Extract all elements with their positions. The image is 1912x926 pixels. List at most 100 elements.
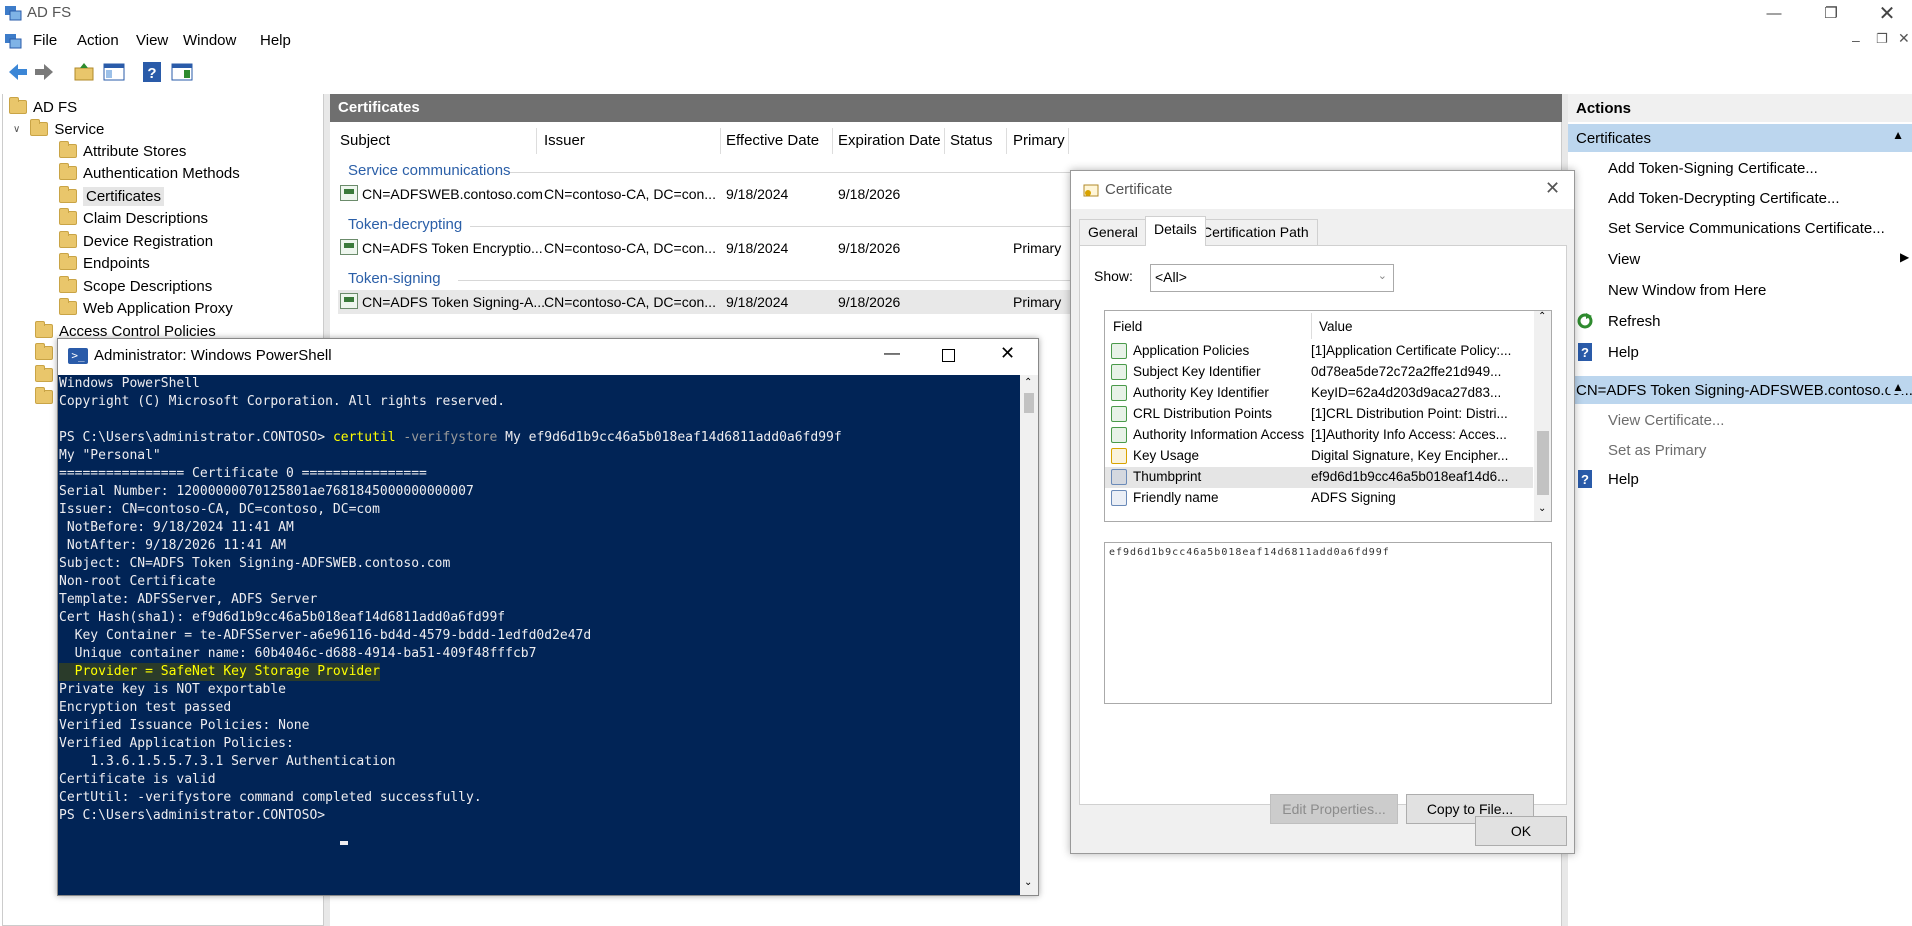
console-line: Subject: CN=ADFS Token Signing-ADFSWEB.c… — [59, 556, 451, 571]
tree-node-claim-descriptions[interactable]: Claim Descriptions — [59, 207, 208, 229]
restore-button[interactable]: ❐ — [1808, 0, 1854, 26]
collapse-up-icon[interactable]: ▲ — [1888, 380, 1904, 394]
scroll-thumb[interactable] — [1024, 393, 1034, 413]
fields-scrollbar[interactable]: ⌃ ⌄ — [1534, 311, 1551, 521]
console-line: Key Container = te-ADFSServer-a6e96116-b… — [59, 628, 592, 643]
powershell-console[interactable]: Windows PowerShell Copyright (C) Microsof… — [58, 375, 1020, 895]
tab-certification-path[interactable]: Certification Path — [1193, 219, 1318, 245]
column-issuer[interactable]: Issuer — [544, 132, 585, 149]
scroll-down-icon[interactable]: ⌄ — [1538, 503, 1546, 514]
tree-label: Access Control Policies — [59, 322, 216, 340]
certificate-icon — [340, 293, 358, 309]
tree-node-service[interactable]: ∨ Service — [13, 118, 104, 140]
cell-issuer: CN=contoso-CA, DC=con... — [544, 294, 716, 310]
mdi-restore-icon[interactable]: ❐ — [1876, 31, 1888, 47]
close-button[interactable]: ✕ — [1864, 0, 1910, 26]
forward-arrow-icon[interactable] — [32, 60, 56, 84]
column-expiration-date[interactable]: Expiration Date — [838, 132, 941, 149]
tree-node-endpoints[interactable]: Endpoints — [59, 252, 150, 274]
scroll-up-icon[interactable]: ⌃ — [1538, 311, 1546, 322]
back-arrow-icon[interactable] — [6, 60, 30, 84]
tab-general[interactable]: General — [1079, 219, 1147, 245]
console-scrollbar[interactable]: ⌃ ⌄ — [1020, 375, 1038, 895]
menu-view[interactable]: View — [136, 32, 168, 49]
show-hide-action-pane-icon[interactable] — [170, 60, 194, 84]
tree-node-certificates[interactable]: Certificates — [59, 185, 165, 207]
fields-list[interactable]: Field Value Application Policies [1]Appli… — [1104, 310, 1552, 522]
scroll-down-icon[interactable]: ⌄ — [1024, 877, 1032, 888]
minimize-icon[interactable]: — — [884, 345, 900, 363]
column-subject[interactable]: Subject — [340, 132, 390, 149]
field-name: Friendly name — [1133, 490, 1219, 505]
tree-node-authentication-methods[interactable]: Authentication Methods — [59, 162, 240, 184]
mmc-menu-icon[interactable] — [4, 32, 22, 50]
mdi-close-icon[interactable]: ✕ — [1898, 30, 1910, 47]
maximize-icon[interactable] — [942, 349, 955, 362]
cell-expiration: 9/18/2026 — [838, 186, 901, 202]
action-help[interactable]: Help — [1608, 344, 1639, 361]
chevron-down-icon[interactable]: ∨ — [13, 124, 20, 135]
show-dropdown[interactable]: <All> ⌄ — [1150, 264, 1394, 292]
field-row[interactable]: Application Policies [1]Application Certi… — [1105, 341, 1533, 362]
tab-details[interactable]: Details — [1145, 216, 1206, 246]
edit-properties-button[interactable]: Edit Properties... — [1270, 794, 1398, 824]
action-add-token-decrypting[interactable]: Add Token-Decrypting Certificate... — [1608, 190, 1840, 207]
field-row[interactable]: Subject Key Identifier 0d78ea5de72c72a2ff… — [1105, 362, 1533, 383]
show-hide-console-tree-icon[interactable] — [102, 60, 126, 84]
help-icon: ? — [1578, 343, 1592, 361]
up-folder-icon[interactable] — [72, 60, 96, 84]
field-row[interactable]: Thumbprint ef9d6d1b9cc46a5b018eaf14d6... — [1105, 467, 1533, 488]
cell-issuer: CN=contoso-CA, DC=con... — [544, 186, 716, 202]
menu-file[interactable]: File — [33, 32, 57, 49]
tree-node-device-registration[interactable]: Device Registration — [59, 230, 213, 252]
folder-icon — [59, 231, 77, 248]
field-row[interactable]: Authority Key Identifier KeyID=62a4d203d9… — [1105, 383, 1533, 404]
tree-node-hidden[interactable] — [35, 342, 59, 364]
action-help-2[interactable]: Help — [1608, 471, 1639, 488]
action-set-as-primary[interactable]: Set as Primary — [1608, 442, 1706, 459]
column-status[interactable]: Status — [950, 132, 993, 149]
field-row[interactable]: CRL Distribution Points [1]CRL Distributi… — [1105, 404, 1533, 425]
tree-node-adfs[interactable]: AD FS — [9, 96, 77, 118]
folder-icon — [35, 321, 53, 338]
action-new-window[interactable]: New Window from Here — [1608, 282, 1766, 299]
folder-icon — [9, 97, 27, 114]
field-row[interactable]: Authority Information Access [1]Authority… — [1105, 425, 1533, 446]
folder-icon — [59, 253, 77, 270]
menu-window[interactable]: Window — [183, 32, 236, 49]
column-primary[interactable]: Primary — [1013, 132, 1065, 149]
tree-node-scope-descriptions[interactable]: Scope Descriptions — [59, 275, 212, 297]
cell-primary: Primary — [1013, 294, 1062, 310]
tree-node-hidden[interactable] — [35, 386, 59, 408]
action-set-service-comm-cert[interactable]: Set Service Communications Certificate..… — [1608, 220, 1885, 237]
actions-section-certificates[interactable]: Certificates ▲ — [1568, 124, 1912, 152]
field-value-textbox[interactable]: ef9d6d1b9cc46a5b018eaf14d6811add0a6fd99f — [1104, 542, 1552, 704]
field-row[interactable]: Friendly name ADFS Signing — [1105, 488, 1533, 509]
tree-node-hidden[interactable] — [35, 364, 59, 386]
scroll-thumb[interactable] — [1537, 431, 1549, 495]
tree-node-attribute-stores[interactable]: Attribute Stores — [59, 140, 186, 162]
console-line: Issuer: CN=contoso-CA, DC=contoso, DC=co… — [59, 502, 380, 517]
collapse-up-icon[interactable]: ▲ — [1892, 128, 1904, 142]
scroll-up-icon[interactable]: ⌃ — [1024, 377, 1032, 388]
help-icon[interactable]: ? — [140, 60, 164, 84]
actions-section-selected-cert[interactable]: CN=ADFS Token Signing-ADFSWEB.contoso.co… — [1568, 376, 1912, 404]
tree-node-web-application-proxy[interactable]: Web Application Proxy — [59, 297, 233, 319]
action-view-certificate[interactable]: View Certificate... — [1608, 412, 1724, 429]
minimize-button[interactable]: — — [1751, 0, 1797, 26]
ok-button[interactable]: OK — [1475, 816, 1567, 846]
column-effective-date[interactable]: Effective Date — [726, 132, 819, 149]
console-parameter: -verifystore — [403, 430, 498, 445]
field-column-header[interactable]: Field — [1113, 319, 1142, 334]
menu-action[interactable]: Action — [77, 32, 119, 49]
window-title: AD FS — [27, 4, 72, 21]
action-refresh[interactable]: Refresh — [1608, 313, 1661, 330]
action-add-token-signing[interactable]: Add Token-Signing Certificate... — [1608, 160, 1818, 177]
close-icon[interactable]: ✕ — [1545, 178, 1560, 199]
field-row[interactable]: Key Usage Digital Signature, Key Encipher… — [1105, 446, 1533, 467]
value-column-header[interactable]: Value — [1319, 319, 1353, 334]
action-view[interactable]: View — [1608, 251, 1640, 268]
close-icon[interactable]: ✕ — [1000, 343, 1015, 364]
menu-help[interactable]: Help — [260, 32, 291, 49]
mdi-minimize-icon[interactable]: – — [1852, 32, 1860, 48]
